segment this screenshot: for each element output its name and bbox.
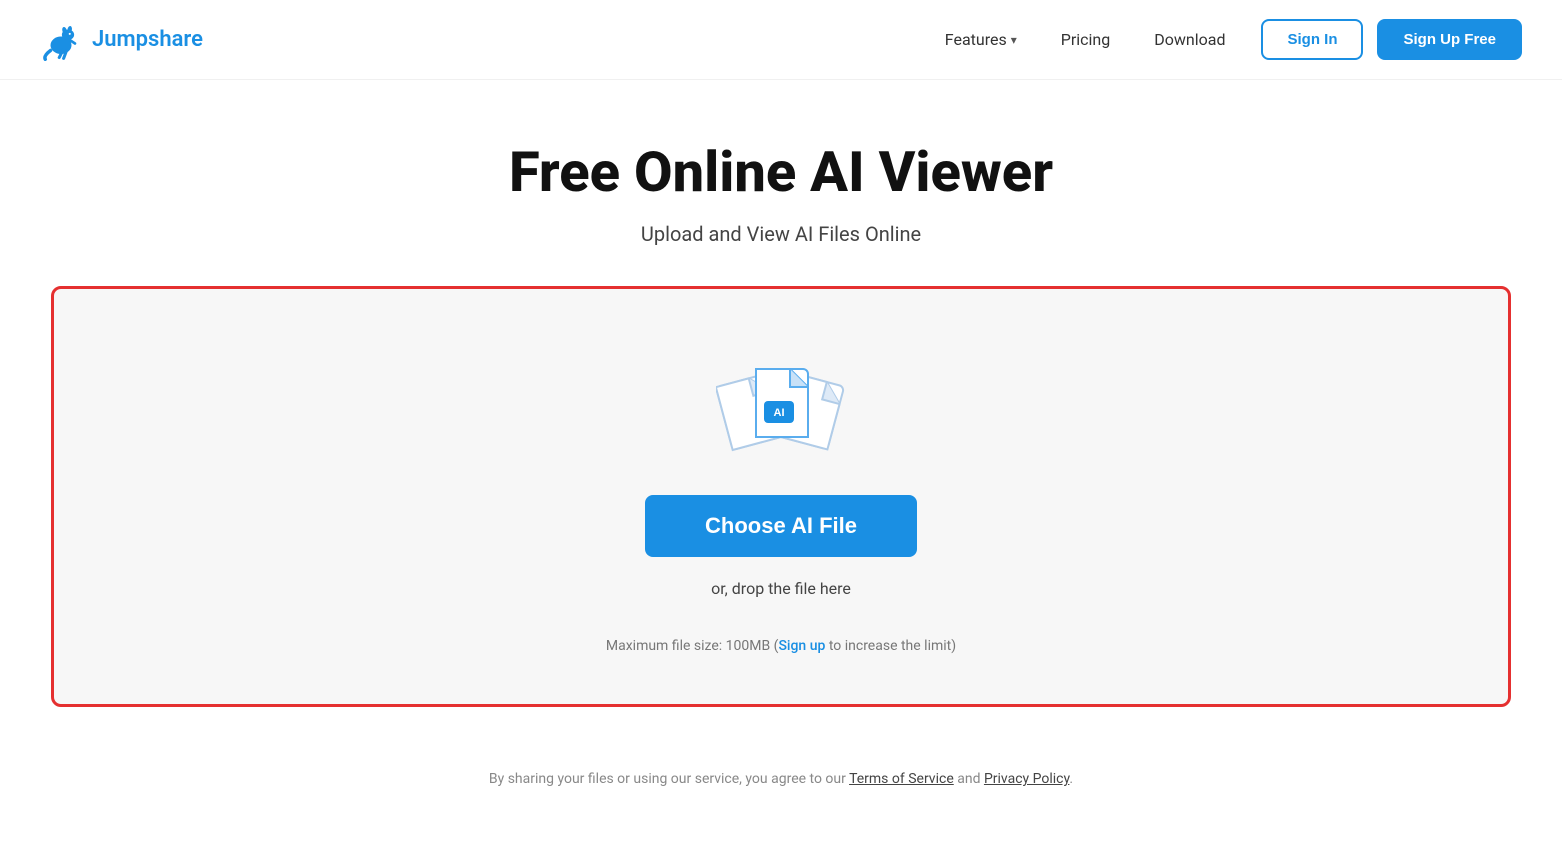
page-subtitle: Upload and View AI Files Online <box>641 222 921 246</box>
file-dropzone[interactable]: AI Choose AI File or, drop the file here… <box>51 286 1511 707</box>
choose-file-button[interactable]: Choose AI File <box>645 495 917 557</box>
signin-button[interactable]: Sign In <box>1261 19 1363 60</box>
nav-features[interactable]: Features ▾ <box>927 20 1035 59</box>
file-size-note: Maximum file size: 100MB (Sign up to inc… <box>606 638 956 654</box>
footer: By sharing your files or using our servi… <box>0 747 1562 811</box>
signup-button[interactable]: Sign Up Free <box>1377 19 1522 60</box>
chevron-down-icon: ▾ <box>1011 33 1017 47</box>
signup-link[interactable]: Sign up <box>778 638 825 654</box>
file-icon-group: AI <box>716 359 846 459</box>
page-title: Free Online AI Viewer <box>509 140 1053 204</box>
svg-text:AI: AI <box>774 407 785 419</box>
terms-link[interactable]: Terms of Service <box>849 771 954 787</box>
nav-pricing[interactable]: Pricing <box>1043 20 1129 59</box>
logo[interactable]: Jumpshare <box>40 19 203 61</box>
drop-hint-text: or, drop the file here <box>711 579 851 598</box>
ai-file-icon: AI <box>716 359 846 459</box>
kangaroo-icon <box>40 19 82 61</box>
main-nav: Features ▾ Pricing Download Sign In Sign… <box>927 19 1522 60</box>
logo-text: Jumpshare <box>92 27 203 52</box>
nav-download[interactable]: Download <box>1136 20 1243 59</box>
privacy-link[interactable]: Privacy Policy <box>984 771 1069 787</box>
